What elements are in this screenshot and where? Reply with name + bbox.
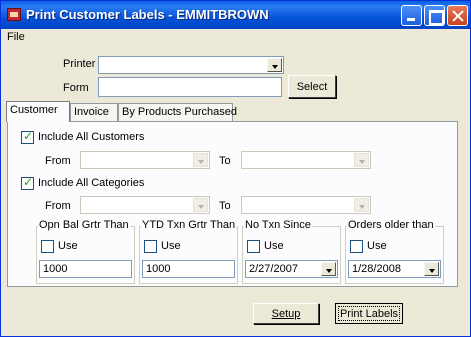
include-all-categories-label: Include All Categories <box>38 177 145 189</box>
opn-bal-use-checkbox[interactable] <box>41 240 54 253</box>
no-txn-since-date-picker[interactable]: 2/27/2007 <box>245 260 338 278</box>
menu-file[interactable]: File <box>7 31 25 43</box>
tab-by-products-purchased[interactable]: By Products Purchased <box>118 103 237 121</box>
setup-button[interactable]: Setup <box>253 303 319 324</box>
print-labels-button[interactable]: Print Labels <box>335 303 403 324</box>
ytd-txn-use-label: Use <box>161 240 181 252</box>
chevron-down-icon[interactable] <box>424 262 439 276</box>
maximize-button[interactable] <box>424 5 445 26</box>
form-label: Form <box>63 82 89 94</box>
tab-strip: Customer Invoice By Products Purchased <box>1 101 470 122</box>
form-field[interactable] <box>98 77 282 97</box>
categories-to-label: To <box>219 200 231 212</box>
chevron-down-icon[interactable] <box>321 262 336 276</box>
printer-select[interactable] <box>98 56 284 74</box>
customers-to-select[interactable] <box>241 151 371 169</box>
orders-older-than-use-checkbox[interactable] <box>350 240 363 253</box>
minimize-button[interactable] <box>401 5 422 26</box>
opn-bal-title: Opn Bal Grtr Than <box>38 219 130 231</box>
include-all-customers-checkbox[interactable] <box>21 129 34 144</box>
orders-older-than-date-picker[interactable]: 1/28/2008 <box>348 260 441 278</box>
ytd-txn-input[interactable]: 1000 <box>142 260 235 278</box>
printer-label: Printer <box>63 58 96 70</box>
tab-customer[interactable]: Customer <box>6 101 70 122</box>
chevron-down-icon[interactable] <box>267 58 282 72</box>
chevron-down-icon[interactable] <box>354 198 369 212</box>
orders-older-than-title: Orders older than <box>347 219 435 231</box>
opn-bal-use-label: Use <box>58 240 78 252</box>
customers-from-select[interactable] <box>80 151 210 169</box>
chevron-down-icon[interactable] <box>354 153 369 167</box>
tab-invoice[interactable]: Invoice <box>70 103 118 121</box>
categories-from-label: From <box>45 200 71 212</box>
menu-bar: File <box>1 29 470 46</box>
customers-to-label: To <box>219 155 231 167</box>
no-txn-since-title: No Txn Since <box>244 219 312 231</box>
ytd-txn-use-checkbox[interactable] <box>144 240 157 253</box>
ytd-txn-title: YTD Txn Grtr Than <box>141 219 237 231</box>
close-button[interactable] <box>447 5 468 26</box>
orders-older-than-group: Orders older than Use 1/28/2008 <box>345 219 444 284</box>
print-customer-labels-window: Print Customer Labels - EMMITBROWN File … <box>0 0 471 337</box>
categories-to-select[interactable] <box>241 196 371 214</box>
orders-older-than-use-label: Use <box>367 240 387 252</box>
no-txn-since-group: No Txn Since Use 2/27/2007 <box>242 219 341 284</box>
include-all-customers-label: Include All Customers <box>38 131 145 143</box>
ytd-txn-group: YTD Txn Grtr Than Use 1000 <box>139 219 238 284</box>
chevron-down-icon[interactable] <box>193 198 208 212</box>
window-title: Print Customer Labels - EMMITBROWN <box>26 7 269 22</box>
title-bar[interactable]: Print Customer Labels - EMMITBROWN <box>1 1 470 29</box>
customer-tab-panel: Include All Customers From To Include Al… <box>7 121 458 287</box>
no-txn-since-use-checkbox[interactable] <box>247 240 260 253</box>
chevron-down-icon[interactable] <box>193 153 208 167</box>
no-txn-since-use-label: Use <box>264 240 284 252</box>
opn-bal-group: Opn Bal Grtr Than Use 1000 <box>36 219 135 284</box>
customers-from-label: From <box>45 155 71 167</box>
opn-bal-input[interactable]: 1000 <box>39 260 132 278</box>
categories-from-select[interactable] <box>80 196 210 214</box>
include-all-categories-checkbox[interactable] <box>21 175 34 190</box>
app-icon <box>7 8 21 21</box>
select-button[interactable]: Select <box>288 75 336 98</box>
